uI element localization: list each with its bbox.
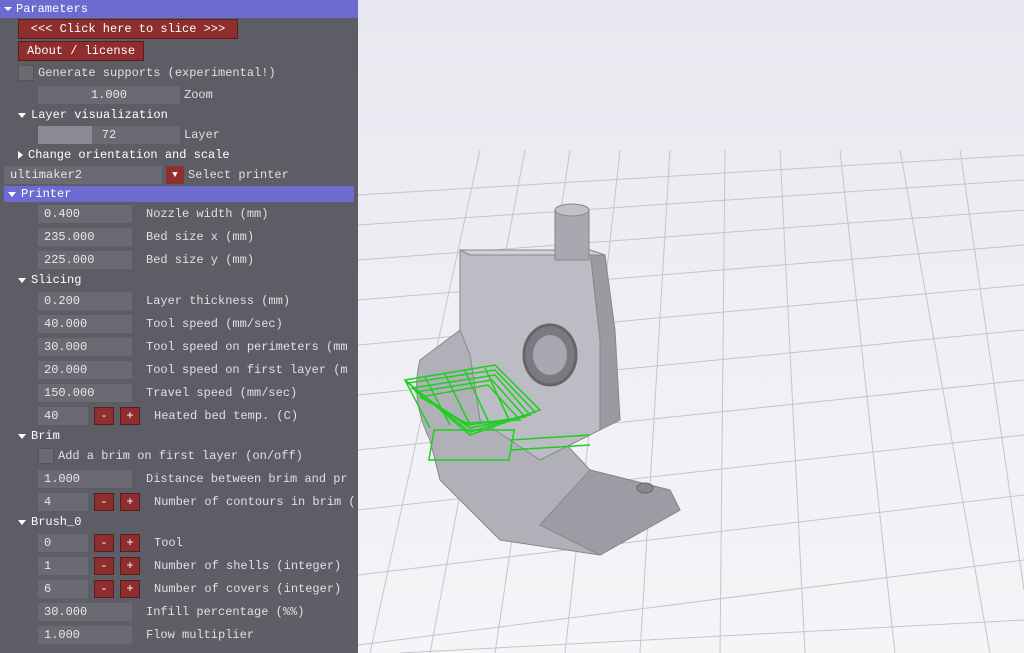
tool-minus[interactable]: -	[94, 534, 114, 552]
chevron-down-icon	[18, 113, 26, 118]
section-slicing[interactable]: Slicing	[0, 271, 358, 289]
bed-x-input[interactable]	[38, 228, 132, 246]
chevron-down-icon	[18, 520, 26, 525]
heated-bed-plus[interactable]: +	[120, 407, 140, 425]
chevron-down-icon	[18, 278, 26, 283]
bed-y-input[interactable]	[38, 251, 132, 269]
travel-speed-input[interactable]	[38, 384, 132, 402]
covers-plus[interactable]: +	[120, 580, 140, 598]
section-orientation[interactable]: Change orientation and scale	[0, 146, 358, 164]
brim-checkbox[interactable]	[38, 448, 54, 464]
shells-input[interactable]	[38, 557, 88, 575]
chevron-down-icon	[8, 192, 16, 197]
generate-supports-label: Generate supports (experimental!)	[38, 66, 276, 80]
collapse-icon	[4, 7, 12, 11]
zoom-label: Zoom	[184, 88, 213, 102]
section-printer[interactable]: Printer	[4, 186, 354, 202]
shells-minus[interactable]: -	[94, 557, 114, 575]
zoom-slider[interactable]: 1.000	[38, 86, 180, 104]
tool-speed-input[interactable]	[38, 315, 132, 333]
flow-input[interactable]	[38, 626, 132, 644]
section-brim[interactable]: Brim	[0, 427, 358, 445]
nozzle-width-input[interactable]	[38, 205, 132, 223]
section-brush0[interactable]: Brush_0	[0, 513, 358, 531]
brim-contours-input[interactable]	[38, 493, 88, 511]
chevron-right-icon	[18, 151, 23, 159]
first-layer-speed-input[interactable]	[38, 361, 132, 379]
brim-contours-minus[interactable]: -	[94, 493, 114, 511]
heated-bed-minus[interactable]: -	[94, 407, 114, 425]
layer-thickness-input[interactable]	[38, 292, 132, 310]
about-button[interactable]: About / license	[18, 41, 144, 61]
covers-input[interactable]	[38, 580, 88, 598]
heated-bed-input[interactable]	[38, 407, 88, 425]
layer-slider[interactable]: 72	[38, 126, 180, 144]
layer-label: Layer	[184, 128, 220, 142]
tool-input[interactable]	[38, 534, 88, 552]
model-benchy	[405, 204, 680, 555]
printer-select[interactable]	[4, 166, 162, 184]
infill-input[interactable]	[38, 603, 132, 621]
section-layer-viz[interactable]: Layer visualization	[0, 106, 358, 124]
brim-contours-plus[interactable]: +	[120, 493, 140, 511]
shells-plus[interactable]: +	[120, 557, 140, 575]
perimeter-speed-input[interactable]	[38, 338, 132, 356]
printer-select-label: Select printer	[188, 168, 289, 182]
bed-x-label: Bed size x (mm)	[146, 230, 254, 244]
brim-distance-input[interactable]	[38, 470, 132, 488]
bed-y-label: Bed size y (mm)	[146, 253, 254, 267]
nozzle-width-label: Nozzle width (mm)	[146, 207, 268, 221]
panel-title: Parameters	[16, 2, 88, 16]
chevron-down-icon	[18, 434, 26, 439]
slice-button[interactable]: <<< Click here to slice >>>	[18, 19, 238, 39]
panel-titlebar[interactable]: Parameters	[0, 0, 358, 18]
parameters-panel: Parameters <<< Click here to slice >>> A…	[0, 0, 358, 653]
dropdown-arrow-icon[interactable]: ▼	[166, 166, 184, 184]
generate-supports-checkbox[interactable]	[18, 65, 34, 81]
tool-plus[interactable]: +	[120, 534, 140, 552]
covers-minus[interactable]: -	[94, 580, 114, 598]
